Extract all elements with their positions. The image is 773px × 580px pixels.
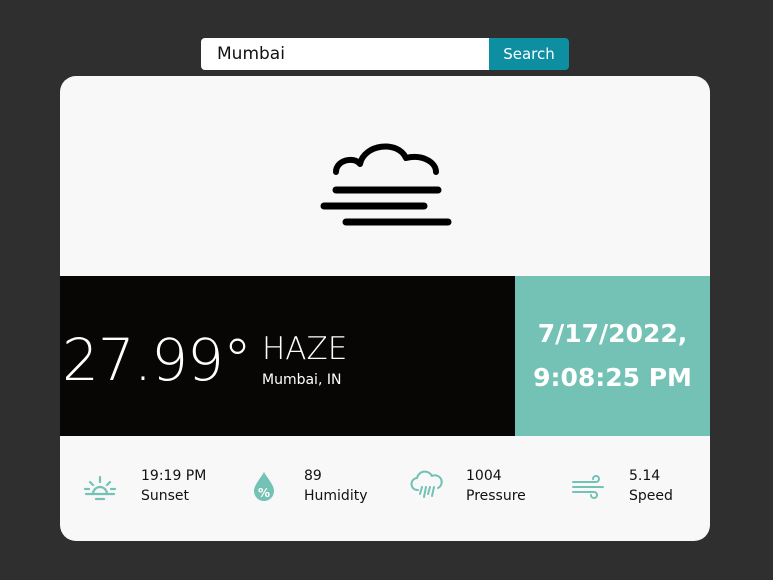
datetime-panel: 7/17/2022, 9:08:25 PM: [515, 276, 710, 436]
temperature-panel: 27.99° HAZE Mumbai, IN: [60, 276, 515, 436]
weather-card: 27.99° HAZE Mumbai, IN 7/17/2022, 9:08:2…: [60, 76, 710, 541]
stat-wind-speed: 5.14 Speed: [570, 466, 700, 512]
stat-pressure: 1004 Pressure: [409, 466, 549, 512]
temperature: 27.99°: [62, 326, 252, 394]
stat-label: Speed: [629, 488, 673, 504]
date-label: 7/17/2022,: [537, 319, 688, 348]
search-input[interactable]: [201, 38, 489, 70]
stat-value: 89: [304, 468, 322, 484]
weather-icon-area: [60, 76, 710, 276]
stat-label: Sunset: [141, 488, 190, 504]
search-bar: Search: [201, 38, 569, 70]
weather-condition: HAZE: [262, 331, 348, 367]
haze-icon: [320, 143, 452, 226]
pressure-icon: [410, 470, 443, 498]
wind-speed-icon: [572, 475, 604, 499]
stat-label: Humidity: [304, 488, 368, 504]
stat-value: 19:19 PM: [141, 468, 207, 484]
sunset-icon: [83, 475, 117, 501]
stat-humidity: % 89 Humidity: [246, 466, 386, 512]
stat-value: 1004: [466, 468, 502, 484]
search-button[interactable]: Search: [489, 38, 569, 70]
stat-label: Pressure: [466, 488, 526, 504]
humidity-icon: %: [254, 472, 274, 501]
time-label: 9:08:25 PM: [533, 363, 692, 392]
location-label: Mumbai, IN: [262, 372, 342, 388]
stat-value: 5.14: [629, 468, 661, 484]
stats-row: 19:19 PM Sunset % 89 Humidity 1004 Press…: [60, 436, 710, 541]
svg-text:%: %: [258, 486, 270, 500]
stat-sunset: 19:19 PM Sunset: [82, 466, 222, 512]
